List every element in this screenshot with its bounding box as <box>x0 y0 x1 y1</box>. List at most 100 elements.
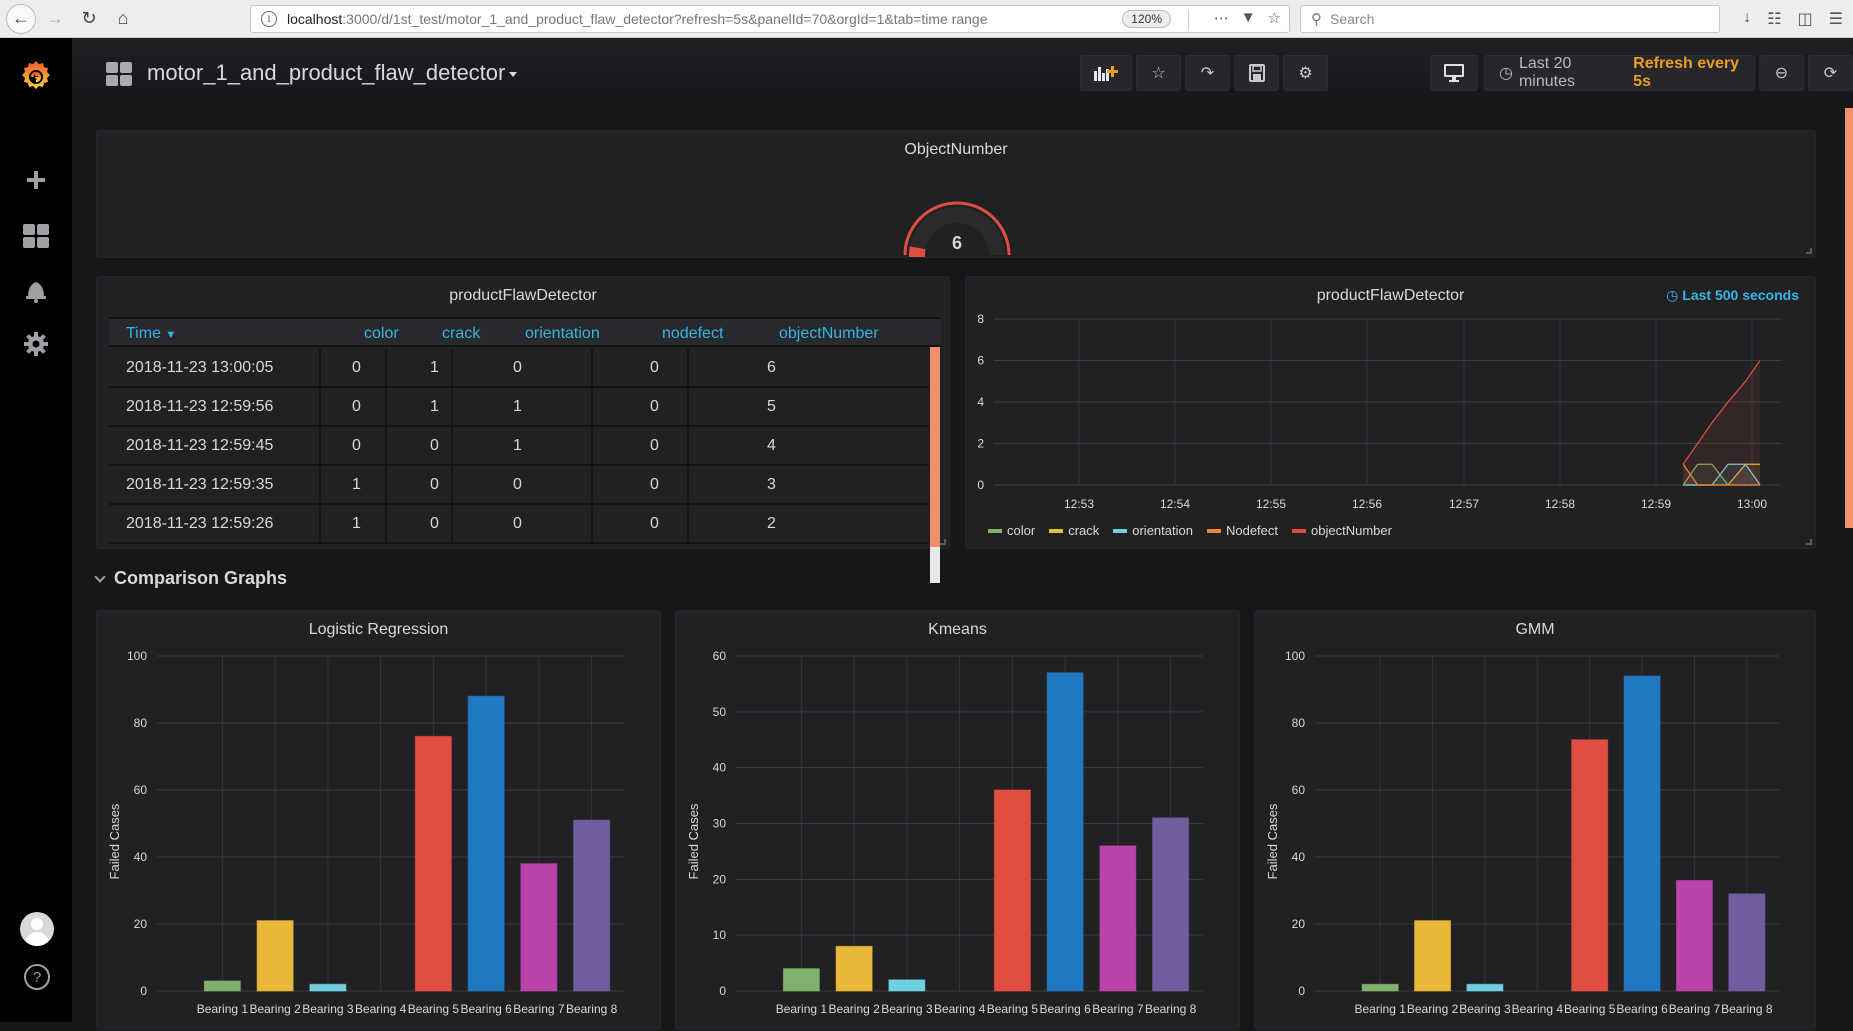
table-row[interactable]: 2018-11-23 12:59:56 0 1 1 0 5 <box>109 388 929 427</box>
column-header-objectnumber[interactable]: objectNumber <box>779 325 879 343</box>
bar-bearing-5[interactable] <box>993 789 1031 992</box>
bar-bearing-5[interactable] <box>1571 739 1609 992</box>
legend-item-orientation[interactable]: orientation <box>1113 523 1193 538</box>
bar-bearing-3[interactable] <box>1466 983 1504 992</box>
bookmark-star-icon[interactable]: ☆ <box>1268 9 1281 27</box>
column-header-time[interactable]: Time ▼ <box>126 325 176 343</box>
refresh-button[interactable]: ⟳ <box>1808 55 1853 91</box>
column-header-orientation[interactable]: orientation <box>525 325 600 343</box>
dashboard-settings-button[interactable]: ⚙ <box>1283 55 1328 91</box>
bar-bearing-1[interactable] <box>203 980 241 992</box>
dashboards-button[interactable] <box>0 214 72 258</box>
bar-bearing-3[interactable] <box>888 979 926 992</box>
share-dashboard-button[interactable]: ↷ <box>1185 55 1230 91</box>
refresh-interval-label: Refresh every 5s <box>1633 55 1740 90</box>
bar-bearing-8[interactable] <box>573 819 611 992</box>
forward-button[interactable]: → <box>40 4 70 34</box>
zoom-out-button[interactable]: ⊖ <box>1759 55 1804 91</box>
bar-bearing-5[interactable] <box>414 735 452 992</box>
url-separator <box>1188 10 1189 30</box>
panel-title[interactable]: productFlawDetector <box>97 287 949 305</box>
y-tick-label: 30 <box>713 817 727 831</box>
legend-item-crack[interactable]: crack <box>1049 523 1099 538</box>
view-mode-button[interactable] <box>1430 55 1478 91</box>
legend-swatch <box>1206 528 1221 533</box>
panel-resize-handle[interactable] <box>1806 539 1812 545</box>
bar-bearing-7[interactable] <box>520 863 558 992</box>
panel-resize-handle[interactable] <box>940 539 946 545</box>
add-panel-button[interactable] <box>1080 55 1132 91</box>
legend-swatch <box>1113 528 1128 533</box>
user-avatar[interactable] <box>20 912 54 946</box>
bar-bearing-3[interactable] <box>309 983 347 992</box>
bar-bearing-8[interactable] <box>1152 817 1190 992</box>
legend-item-color[interactable]: color <box>988 523 1035 538</box>
search-icon: ⚲ <box>1311 11 1322 28</box>
bar-bearing-6[interactable] <box>1623 675 1661 992</box>
url-bar[interactable]: i localhost :3000/d/1st_test/motor_1_and… <box>250 5 1290 33</box>
x-tick-label: Bearing 7 <box>1669 1002 1721 1016</box>
panel-title[interactable]: ObjectNumber <box>97 141 1815 159</box>
save-dashboard-button[interactable] <box>1234 55 1279 91</box>
download-icon[interactable]: ↓ <box>1743 9 1751 29</box>
url-host: localhost <box>287 11 343 27</box>
configuration-button[interactable] <box>0 322 72 366</box>
library-icon[interactable]: ☷ <box>1767 9 1781 29</box>
column-header-nodefect[interactable]: nodefect <box>662 325 723 343</box>
bar-bearing-2[interactable] <box>835 945 873 992</box>
bar-bearing-1[interactable] <box>782 968 820 992</box>
bar-bearing-6[interactable] <box>1046 672 1084 992</box>
bar-bearing-2[interactable] <box>256 920 294 992</box>
legend-item-objectnumber[interactable]: objectNumber <box>1292 523 1392 538</box>
table-cell-objectnumber: 5 <box>767 398 776 415</box>
bar-bearing-6[interactable] <box>467 695 505 992</box>
bar-bearing-1[interactable] <box>1361 983 1399 992</box>
legend-item-nodefect[interactable]: Nodefect <box>1206 523 1278 538</box>
home-button[interactable]: ⌂ <box>108 4 138 34</box>
sidebar-toggle-icon[interactable]: ◫ <box>1798 9 1813 29</box>
bar-bearing-7[interactable] <box>1675 879 1713 992</box>
table-row[interactable]: 2018-11-23 13:00:05 0 1 0 0 6 <box>109 349 929 388</box>
table-cell-time: 2018-11-23 12:59:45 <box>126 437 274 454</box>
bar-bearing-7[interactable] <box>1099 845 1137 992</box>
bar-bearing-2[interactable] <box>1414 920 1452 992</box>
create-button[interactable] <box>0 158 72 202</box>
table-cell-color: 1 <box>352 476 361 493</box>
page-scrollbar-thumb[interactable] <box>1845 108 1853 528</box>
column-header-crack[interactable]: crack <box>442 325 480 343</box>
bar-bearing-8[interactable] <box>1728 893 1766 992</box>
menu-icon[interactable]: ☰ <box>1829 9 1843 29</box>
time-picker-button[interactable]: ◷ Last 20 minutes Refresh every 5s <box>1484 55 1755 91</box>
caret-down-icon[interactable] <box>509 72 517 77</box>
alerting-button[interactable] <box>0 268 72 312</box>
reload-button[interactable]: ↻ <box>74 4 104 34</box>
x-tick-label: 12:54 <box>1160 497 1190 511</box>
y-axis-label: Failed Cases <box>686 803 701 879</box>
x-tick-label: Bearing 4 <box>355 1002 407 1016</box>
y-tick-label: 20 <box>134 917 148 931</box>
row-collapse-toggle[interactable]: Comparison Graphs <box>94 568 287 589</box>
column-separator <box>687 427 689 466</box>
dashboard-title[interactable]: motor_1_and_product_flaw_detector <box>147 60 505 86</box>
table-scrollbar-thumb[interactable] <box>930 347 940 547</box>
help-button[interactable]: ? <box>24 964 50 990</box>
panel-resize-handle[interactable] <box>1806 248 1812 254</box>
table-row[interactable]: 2018-11-23 12:59:45 0 0 1 0 4 <box>109 427 929 466</box>
legend-label: color <box>1007 523 1036 538</box>
y-tick-label: 40 <box>134 850 148 864</box>
table-row[interactable]: 2018-11-23 12:59:35 1 0 0 0 3 <box>109 466 929 505</box>
star-dashboard-button[interactable]: ☆ <box>1136 55 1181 91</box>
column-separator <box>687 388 689 427</box>
more-actions-icon[interactable]: ⋯ <box>1214 9 1229 27</box>
browser-search-input[interactable]: ⚲ Search <box>1300 5 1720 33</box>
grafana-logo[interactable] <box>0 50 72 102</box>
table-scrollbar-track[interactable] <box>930 547 940 583</box>
column-header-color[interactable]: color <box>364 325 399 343</box>
table-cell-orientation: 1 <box>513 398 522 415</box>
zoom-level-badge[interactable]: 120% <box>1122 10 1171 28</box>
table-row[interactable]: 2018-11-23 12:59:26 1 0 0 0 2 <box>109 505 929 544</box>
back-button[interactable]: ← <box>6 3 36 34</box>
pocket-icon[interactable]: ▼ <box>1241 9 1256 27</box>
y-tick-label: 50 <box>713 705 727 719</box>
table-cell-time: 2018-11-23 12:59:35 <box>126 476 274 493</box>
